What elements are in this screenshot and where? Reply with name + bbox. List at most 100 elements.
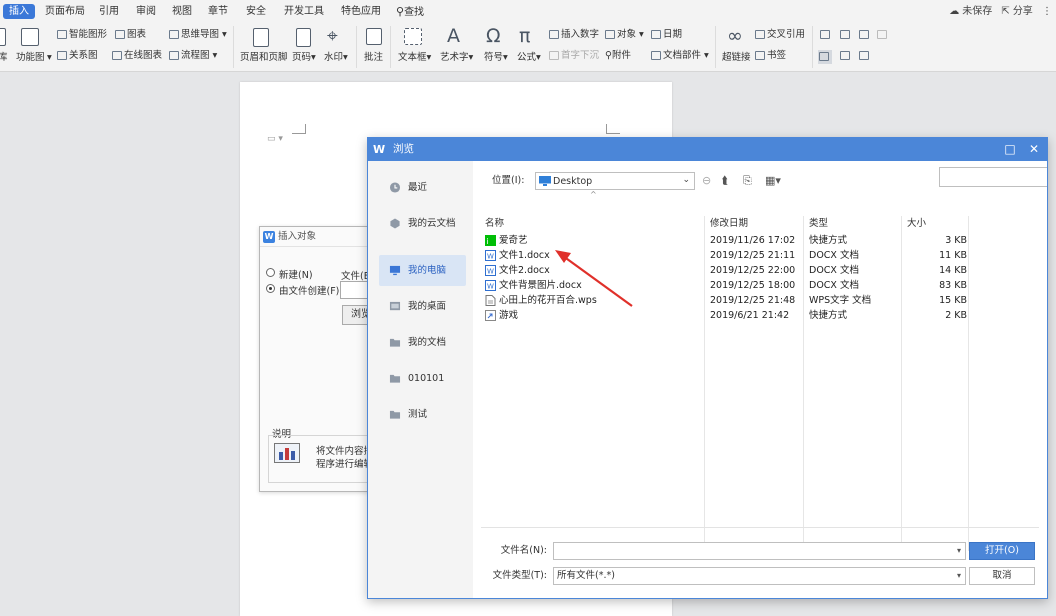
symbol-button[interactable]: 符号▾: [484, 52, 508, 64]
filetype-select[interactable]: 所有文件(*.*) ▾: [553, 567, 966, 585]
insert-number-button[interactable]: 插入数字: [549, 29, 599, 41]
folder-icon: [389, 374, 401, 383]
online-chart-button[interactable]: 在线图表: [112, 50, 162, 62]
new-radio[interactable]: [266, 268, 275, 277]
art-text-icon[interactable]: A: [447, 26, 460, 46]
file-name: 文件1.docx: [499, 250, 550, 261]
find-button[interactable]: ⚲查找: [396, 4, 424, 19]
tab-developer[interactable]: 开发工具: [284, 4, 324, 19]
grid-icon-2[interactable]: [840, 29, 852, 41]
tab-review[interactable]: 审阅: [136, 4, 156, 19]
date-button[interactable]: 日期: [651, 29, 682, 41]
open-button[interactable]: 打开(O): [969, 542, 1035, 560]
share-button[interactable]: 分享: [1013, 6, 1033, 17]
grid-icon-1[interactable]: [820, 29, 832, 41]
new-option-label[interactable]: 新建(N): [279, 267, 313, 281]
paragraph-icon[interactable]: ▭ ▾: [267, 134, 283, 144]
insert-dialog-title: W 插入对象: [260, 227, 370, 247]
file-row[interactable]: W 文件1.docx 2019/12/25 21:11 DOCX 文档 11 K…: [483, 248, 973, 263]
link-icon[interactable]: ∞: [727, 26, 743, 46]
textbox-icon[interactable]: [404, 28, 422, 45]
file-row[interactable]: 心田上的花开百合.wps 2019/12/25 21:48 WPS文字 文档 1…: [483, 293, 973, 308]
more-icon[interactable]: ⋮: [1042, 6, 1052, 17]
tab-references[interactable]: 引用: [99, 4, 119, 19]
watermark-icon[interactable]: ⌖: [327, 26, 338, 46]
relation-button[interactable]: 关系图: [57, 50, 98, 62]
library-button[interactable]: 库: [0, 52, 8, 64]
page-number-button[interactable]: 页码▾: [292, 52, 316, 64]
textbox-button[interactable]: 文本框▾: [398, 52, 431, 64]
omega-icon[interactable]: Ω: [486, 26, 501, 46]
sidebar-item-documents[interactable]: 我的文档: [379, 327, 466, 358]
comment-button[interactable]: 批注: [364, 52, 383, 64]
column-header-name[interactable]: 名称: [485, 216, 504, 231]
formula-button[interactable]: 公式▾: [517, 52, 541, 64]
sidebar-item-my-computer[interactable]: 我的电脑: [379, 255, 466, 286]
doc-parts-button[interactable]: 文档部件 ▾: [651, 50, 709, 62]
function-chart-icon[interactable]: [21, 28, 39, 46]
hyperlink-button[interactable]: 超链接: [722, 52, 751, 64]
file-size: 83 KB: [939, 280, 967, 291]
tab-view[interactable]: 视图: [172, 4, 192, 19]
header-footer-icon[interactable]: [253, 28, 269, 47]
file-modified: 2019/11/26 17:02: [710, 235, 796, 246]
flowchart-button[interactable]: 流程图 ▾: [169, 50, 217, 62]
sidebar-item-recent[interactable]: 最近: [379, 172, 466, 203]
header-footer-button[interactable]: 页眉和页脚: [240, 52, 288, 64]
grid-icon-6[interactable]: [840, 50, 852, 62]
sidebar-item-010101[interactable]: 010101: [379, 363, 466, 394]
mindmap-button[interactable]: 思维导图 ▾: [169, 29, 227, 41]
page-number-icon[interactable]: [296, 28, 311, 47]
cancel-button[interactable]: 取消: [969, 567, 1035, 585]
grid-icon-4[interactable]: [877, 29, 889, 41]
column-header-modified[interactable]: 修改日期: [710, 216, 748, 231]
close-icon[interactable]: ✕: [1024, 138, 1044, 161]
tab-insert[interactable]: 插入: [3, 4, 35, 19]
sidebar-item-test[interactable]: 测试: [379, 399, 466, 430]
attachment-button[interactable]: ⚲附件: [605, 50, 631, 62]
save-status[interactable]: 未保存: [962, 6, 992, 17]
from-file-radio[interactable]: [266, 284, 275, 293]
location-dropdown[interactable]: Desktop ⌄: [535, 172, 695, 190]
dropdown-arrow-icon[interactable]: ▾: [47, 52, 52, 64]
object-chart-icon: [274, 443, 300, 463]
tab-page-layout[interactable]: 页面布局: [45, 4, 85, 19]
tab-security[interactable]: 安全: [246, 4, 266, 19]
back-icon[interactable]: ⊖: [702, 175, 711, 187]
grid-icon-3[interactable]: [859, 29, 871, 41]
object-button[interactable]: 对象 ▾: [605, 29, 644, 41]
art-text-button[interactable]: 艺术字▾: [440, 52, 473, 64]
bookmark-button[interactable]: 书签: [755, 50, 786, 62]
file-row[interactable]: W 文件2.docx 2019/12/25 22:00 DOCX 文档 14 K…: [483, 263, 973, 278]
file-row[interactable]: W 文件背景图片.docx 2019/12/25 18:00 DOCX 文档 8…: [483, 278, 973, 293]
up-folder-icon[interactable]: ⮬: [722, 175, 729, 187]
smart-shape-button[interactable]: 智能图形: [57, 29, 107, 41]
svg-text:W: W: [487, 283, 494, 291]
new-folder-icon[interactable]: ⎘: [743, 175, 752, 187]
from-file-label[interactable]: 由文件创建(F): [279, 283, 339, 297]
tab-chapter[interactable]: 章节: [208, 4, 228, 19]
file-row[interactable]: 游戏 2019/6/21 21:42 快捷方式 2 KB: [483, 308, 973, 323]
comment-icon[interactable]: [366, 28, 382, 45]
chart-button[interactable]: 图表: [115, 29, 146, 41]
file-modified: 2019/12/25 21:11: [710, 250, 796, 261]
sidebar-item-desktop[interactable]: 我的桌面: [379, 291, 466, 322]
pi-icon[interactable]: π: [519, 26, 530, 46]
chevron-down-icon: ⌄: [682, 175, 690, 185]
filename-input[interactable]: ▾: [553, 542, 966, 560]
column-header-type[interactable]: 类型: [809, 216, 828, 231]
search-input[interactable]: ⚲: [939, 167, 1047, 187]
grid-icon-5[interactable]: [818, 50, 832, 64]
view-mode-icon[interactable]: ▦▾: [765, 175, 781, 187]
drop-cap-button[interactable]: 首字下沉: [549, 50, 599, 62]
watermark-button[interactable]: 水印▾: [324, 52, 348, 64]
function-chart-button[interactable]: 功能图: [16, 52, 45, 64]
column-header-size[interactable]: 大小: [907, 216, 926, 231]
sidebar-item-cloud[interactable]: 我的云文档: [379, 208, 466, 239]
cross-ref-button[interactable]: 交叉引用: [755, 29, 805, 41]
tab-special[interactable]: 特色应用: [341, 4, 381, 19]
library-icon[interactable]: [0, 28, 6, 46]
file-row[interactable]: i 爱奇艺 2019/11/26 17:02 快捷方式 3 KB: [483, 233, 973, 248]
maximize-icon[interactable]: □: [1000, 138, 1020, 161]
grid-icon-7[interactable]: [859, 50, 871, 62]
